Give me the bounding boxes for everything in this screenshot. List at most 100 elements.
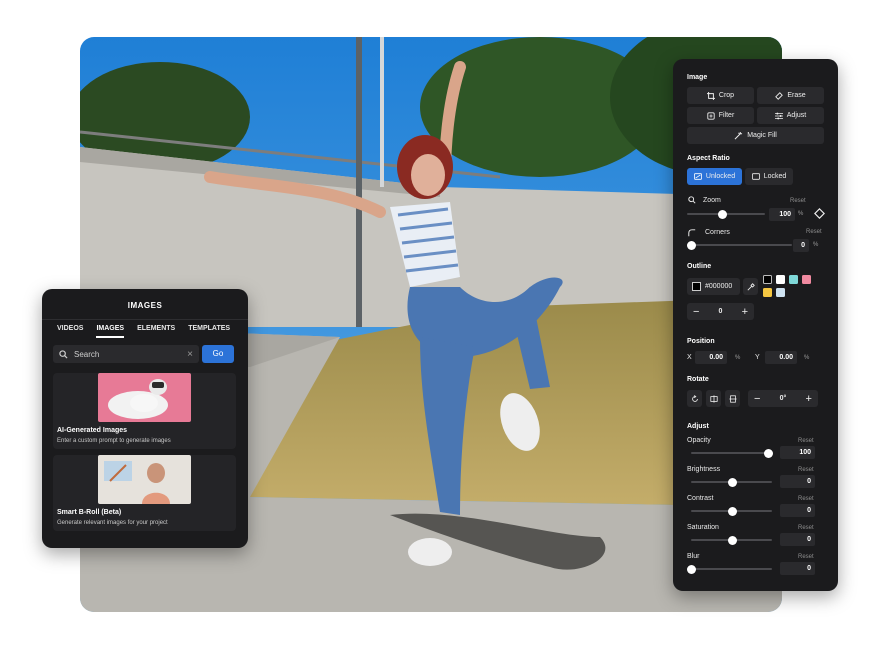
saturation-value[interactable]: 0	[780, 533, 815, 546]
opacity-label: Opacity	[687, 437, 711, 444]
blur-label: Blur	[687, 553, 700, 560]
contrast-value[interactable]: 0	[780, 504, 815, 517]
search-placeholder: Search	[74, 349, 100, 359]
adjust-button[interactable]: Adjust	[757, 107, 824, 124]
increase-icon[interactable]: +	[742, 306, 748, 318]
corners-slider[interactable]	[687, 240, 792, 250]
contrast-slider[interactable]	[691, 506, 772, 516]
tab-templates[interactable]: TEMPLATES	[188, 325, 230, 338]
brightness-slider-handle[interactable]	[727, 477, 737, 487]
card-subtitle: Enter a custom prompt to generate images	[57, 438, 171, 444]
crop-button[interactable]: Crop	[687, 87, 754, 104]
corners-unit: %	[813, 242, 819, 248]
image-edit-panel: Image Crop Erase Filter Adjust Magic Fil…	[673, 59, 838, 591]
keyframe-diamond-icon[interactable]	[814, 208, 825, 219]
opacity-value[interactable]: 100	[780, 446, 815, 459]
card-ai-generated-images[interactable]: AI-Generated Images Enter a custom promp…	[53, 373, 236, 449]
blur-slider-handle[interactable]	[687, 564, 696, 574]
outline-width-stepper[interactable]: − 0 +	[687, 303, 754, 320]
zoom-value[interactable]: 100	[769, 208, 795, 221]
clear-icon[interactable]: ×	[187, 349, 193, 360]
zoom-slider-handle[interactable]	[718, 209, 728, 219]
section-adjust: Adjust	[687, 423, 709, 430]
images-panel: IMAGES VIDEOS IMAGES ELEMENTS TEMPLATES …	[42, 289, 248, 548]
zoom-unit: %	[798, 211, 804, 217]
section-outline: Outline	[687, 263, 712, 270]
swatch-yellow[interactable]	[763, 288, 772, 297]
go-button[interactable]: Go	[202, 345, 234, 363]
eraser-icon	[775, 91, 784, 100]
position-y-label: Y	[755, 354, 760, 361]
flip-horizontal-button[interactable]	[706, 390, 721, 407]
search-input[interactable]: Search ×	[53, 345, 199, 363]
rotation-stepper[interactable]: − 0° +	[748, 390, 818, 407]
opacity-slider[interactable]	[691, 448, 773, 458]
decrease-icon[interactable]: −	[754, 393, 760, 405]
brightness-reset-link[interactable]: Reset	[798, 467, 814, 473]
saturation-reset-link[interactable]: Reset	[798, 525, 814, 531]
locked-ratio-icon	[751, 173, 760, 180]
corners-slider-handle[interactable]	[687, 240, 696, 250]
corners-value[interactable]: 0	[793, 239, 809, 252]
contrast-label: Contrast	[687, 495, 714, 502]
saturation-slider[interactable]	[691, 535, 772, 545]
outline-color-field[interactable]: #000000	[687, 278, 740, 295]
swatch-pink[interactable]	[802, 275, 811, 284]
filter-button[interactable]: Filter	[687, 107, 754, 124]
flip-vertical-button[interactable]	[725, 390, 740, 407]
section-image: Image	[687, 74, 708, 81]
corners-reset-link[interactable]: Reset	[806, 229, 822, 235]
blur-value[interactable]: 0	[780, 562, 815, 575]
unlocked-ratio-icon	[693, 173, 702, 180]
position-x-label: X	[687, 354, 692, 361]
card-smart-b-roll[interactable]: Smart B-Roll (Beta) Generate relevant im…	[53, 455, 236, 531]
aspect-unlocked-button[interactable]: Unlocked	[687, 168, 742, 185]
eyedropper-icon	[746, 282, 755, 291]
ai-image-thumbnail	[98, 373, 191, 422]
tab-images[interactable]: IMAGES	[96, 325, 125, 338]
contrast-reset-link[interactable]: Reset	[798, 496, 814, 502]
filter-icon	[707, 111, 715, 120]
zoom-reset-link[interactable]: Reset	[790, 198, 806, 204]
tab-videos[interactable]: VIDEOS	[57, 325, 83, 338]
saturation-label: Saturation	[687, 524, 719, 531]
swatch-light-blue[interactable]	[776, 288, 785, 297]
decrease-icon[interactable]: −	[693, 306, 699, 318]
magic-fill-button[interactable]: Magic Fill	[687, 127, 824, 144]
zoom-slider[interactable]	[687, 209, 765, 219]
eyedropper-button[interactable]	[743, 278, 758, 295]
rotate-button[interactable]	[687, 390, 702, 407]
card-subtitle: Generate relevant images for your projec…	[57, 520, 168, 526]
section-aspect-ratio: Aspect Ratio	[687, 155, 730, 162]
erase-button[interactable]: Erase	[757, 87, 824, 104]
opacity-slider-handle[interactable]	[764, 448, 773, 458]
blur-slider[interactable]	[687, 564, 772, 574]
brightness-slider[interactable]	[691, 477, 772, 487]
brightness-label: Brightness	[687, 466, 721, 473]
zoom-icon	[688, 196, 696, 204]
flip-vertical-icon	[728, 394, 737, 403]
increase-icon[interactable]: +	[806, 393, 812, 405]
section-rotate: Rotate	[687, 376, 709, 383]
rotate-icon	[691, 394, 698, 402]
position-y-unit: %	[804, 355, 810, 361]
aspect-locked-button[interactable]: Locked	[745, 168, 793, 185]
tab-elements[interactable]: ELEMENTS	[137, 325, 175, 338]
swatch-teal[interactable]	[789, 275, 798, 284]
swatch-white[interactable]	[776, 275, 785, 284]
saturation-slider-handle[interactable]	[727, 535, 737, 545]
sliders-icon	[774, 112, 783, 119]
magic-wand-icon	[734, 131, 743, 139]
brightness-value[interactable]: 0	[780, 475, 815, 488]
opacity-reset-link[interactable]: Reset	[798, 438, 814, 444]
flip-horizontal-icon	[709, 394, 718, 403]
blur-reset-link[interactable]: Reset	[798, 554, 814, 560]
position-y-value[interactable]: 0.00	[765, 351, 797, 364]
zoom-label: Zoom	[703, 197, 721, 204]
swatch-black[interactable]	[763, 275, 772, 284]
position-x-value[interactable]: 0.00	[695, 351, 727, 364]
divider	[42, 319, 248, 320]
contrast-slider-handle[interactable]	[727, 506, 737, 516]
card-title: AI-Generated Images	[57, 427, 128, 434]
panel-title: IMAGES	[127, 301, 163, 310]
